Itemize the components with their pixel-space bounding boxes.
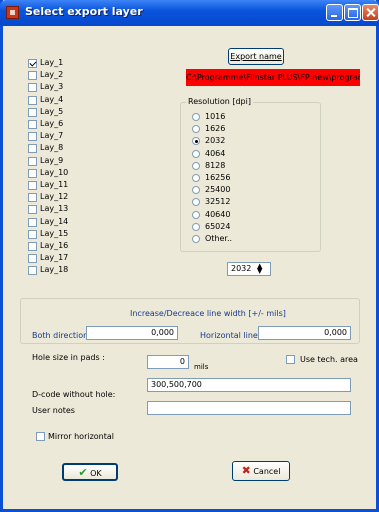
use-tech-checkbox[interactable]: [286, 355, 295, 364]
layer-checkbox[interactable]: [28, 59, 37, 68]
hole-size-unit: mils: [194, 363, 209, 371]
cancel-label: Cancel: [253, 467, 281, 476]
dcode-label: D-code without hole:: [32, 390, 116, 399]
hole-size-value: 0: [179, 357, 185, 366]
resolution-spin-field[interactable]: 2032: [227, 262, 271, 276]
resolution-option-label: 1016: [205, 112, 226, 121]
layer-checkbox[interactable]: [28, 229, 37, 239]
resolution-option-label: 8128: [205, 160, 226, 170]
layer-label: Lay_10: [40, 167, 69, 177]
cancel-x-icon: ✖: [241, 464, 251, 477]
dcode-field[interactable]: 300,500,700: [147, 378, 351, 392]
layer-label: Lay_5: [40, 106, 64, 116]
close-icon[interactable]: [362, 4, 379, 21]
resolution-option-label: 32512: [205, 197, 231, 207]
window-title: Select export layer: [25, 5, 143, 18]
layer-checkbox[interactable]: [28, 242, 37, 251]
ok-check-icon: ✔: [78, 466, 88, 479]
linewidth-title: Increase/Decreace line width [+/- mils]: [130, 309, 286, 318]
export-name-button[interactable]: Export name: [228, 48, 284, 65]
ok-label: OK: [90, 469, 102, 478]
radio-button[interactable]: [192, 174, 200, 182]
layer-checkbox[interactable]: [28, 217, 37, 227]
radio-button[interactable]: [192, 149, 200, 158]
use-tech-label: Use tech. area: [300, 355, 358, 364]
horizontal-line-label: Horizontal line: [200, 331, 258, 340]
radio-button[interactable]: [192, 210, 200, 219]
spin-arrows-icon[interactable]: ▲ ▼: [257, 263, 262, 275]
layer-checkbox[interactable]: [28, 205, 37, 215]
mirror-horizontal-label: Mirror horizontal: [48, 432, 115, 441]
dcode-value: 300,500,700: [151, 380, 202, 389]
layer-label: Lay_13: [40, 204, 69, 214]
layer-label: Lay_18: [40, 265, 69, 275]
layer-checkbox[interactable]: [28, 107, 37, 117]
layer-checkbox[interactable]: [28, 144, 37, 154]
layer-checkbox[interactable]: [28, 120, 37, 129]
resolution-option-label: 16256: [205, 173, 231, 182]
layer-checkbox[interactable]: [28, 254, 37, 264]
layer-label: Lay_14: [40, 216, 69, 226]
both-direction-value: 0,000: [151, 328, 174, 337]
resolution-option-label: 65024: [205, 221, 231, 231]
resolution-option-label: 1626: [205, 124, 226, 134]
app-icon: [6, 6, 19, 19]
ok-button[interactable]: ✔ OK: [62, 463, 118, 481]
horizontal-line-field[interactable]: 0,000: [258, 326, 351, 340]
export-path: C:\Programme\Filnstar PLUS\FP new\progra…: [186, 69, 360, 86]
layer-label: Lay_9: [40, 155, 64, 165]
layer-checkbox[interactable]: [28, 132, 37, 142]
layer-checkbox[interactable]: [28, 181, 37, 190]
layer-label: Lay_11: [40, 180, 69, 189]
resolution-group: [180, 102, 321, 252]
both-direction-label: Both direction: [32, 331, 89, 340]
layer-checkbox[interactable]: [28, 168, 37, 178]
layer-checkbox[interactable]: [28, 95, 37, 105]
hole-size-field[interactable]: 0: [147, 355, 189, 369]
resolution-option-label: 25400: [205, 185, 231, 195]
radio-button[interactable]: [192, 235, 200, 243]
cancel-button[interactable]: ✖ Cancel: [232, 461, 290, 481]
layer-label: Lay_12: [40, 192, 69, 202]
horizontal-line-value: 0,000: [324, 328, 347, 337]
export-name-label: Export name: [230, 52, 282, 61]
both-direction-field[interactable]: 0,000: [86, 326, 178, 340]
layer-checkbox[interactable]: [28, 71, 37, 81]
user-notes-field[interactable]: [147, 401, 351, 415]
hole-size-label: Hole size in pads :: [32, 353, 105, 362]
layer-label: Lay_8: [40, 143, 64, 153]
radio-button[interactable]: [192, 113, 200, 121]
minimize-icon[interactable]: [326, 4, 343, 21]
layer-checkbox[interactable]: [28, 266, 37, 276]
layer-checkbox[interactable]: [28, 83, 37, 93]
user-notes-label: User notes: [32, 406, 75, 415]
layer-label: Lay_15: [40, 228, 69, 238]
resolution-option-label: Other..: [205, 234, 233, 243]
mirror-horizontal-checkbox[interactable]: [36, 432, 45, 441]
resolution-spin-value: 2032: [231, 264, 252, 273]
maximize-icon[interactable]: [344, 4, 361, 21]
layer-label: Lay_17: [40, 253, 69, 263]
layer-label: Lay_2: [40, 70, 64, 80]
layer-label: Lay_7: [40, 131, 64, 141]
resolution-option-label: 4064: [205, 148, 226, 158]
resolution-title: Resolution [dpi]: [186, 97, 253, 106]
layer-label: Lay_3: [40, 82, 64, 92]
radio-button[interactable]: [192, 161, 200, 170]
resolution-option-label: 2032: [205, 136, 226, 146]
resolution-option-label: 40640: [205, 209, 231, 219]
title-bar[interactable]: Select export layer: [0, 0, 379, 26]
radio-button[interactable]: [192, 222, 200, 231]
layer-label: Lay_1: [40, 58, 64, 67]
layer-checkbox[interactable]: [28, 193, 37, 203]
layer-checkbox[interactable]: [28, 156, 37, 166]
layer-label: Lay_16: [40, 241, 69, 250]
layer-label: Lay_4: [40, 94, 64, 104]
layer-label: Lay_6: [40, 119, 64, 128]
